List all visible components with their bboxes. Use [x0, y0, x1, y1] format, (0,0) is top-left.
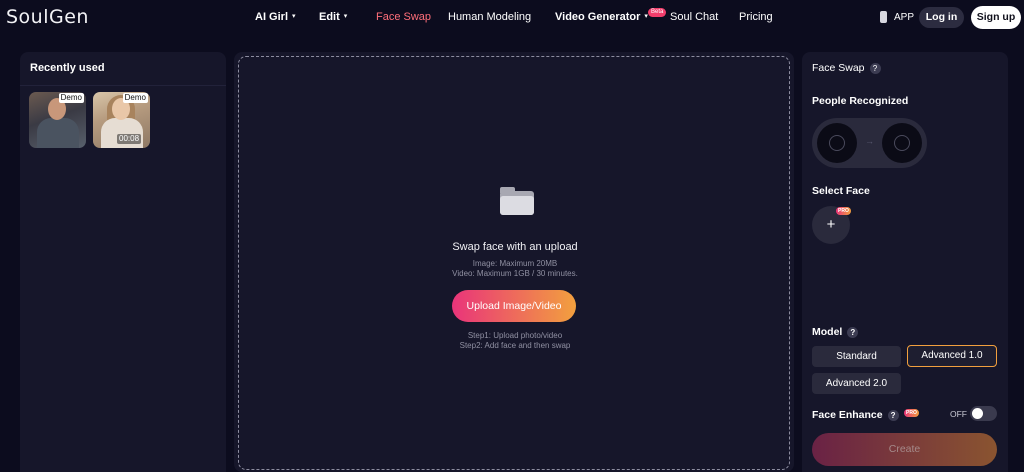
source-face-placeholder[interactable] [817, 123, 857, 163]
pro-badge: PRO [904, 409, 919, 417]
nav-item-human-modeling[interactable]: Human Modeling [448, 11, 531, 23]
help-icon[interactable]: ? [887, 410, 899, 421]
chevron-down-icon: ▾ [343, 13, 348, 20]
model-label: Model? [812, 326, 859, 338]
folder-icon [500, 187, 534, 217]
face-swap-title: Face Swap? [812, 62, 881, 74]
upload-steps: Step1: Upload photo/video Step2: Add fac… [459, 331, 571, 350]
signup-button[interactable]: Sign up [971, 6, 1021, 29]
recently-used-title: Recently used [30, 62, 105, 74]
upload-panel: Swap face with an upload Image: Maximum … [234, 52, 794, 472]
nav-item-edit[interactable]: Edit ▾ [319, 11, 347, 23]
upload-drop-zone[interactable]: Swap face with an upload Image: Maximum … [238, 56, 790, 470]
people-recognized-label: People Recognized [812, 95, 909, 107]
upload-image-video-button[interactable]: Upload Image/Video [452, 290, 576, 322]
top-header: SoulGen AI Girl ▾ Edit ▾ Face Swap Human M… [0, 0, 1024, 36]
select-face-label: Select Face [812, 185, 870, 197]
nav-item-ai-girl[interactable]: AI Girl ▾ [255, 11, 296, 23]
main-nav: AI Girl ▾ Edit ▾ Face Swap Human Modeling … [0, 0, 1024, 36]
recent-item-female-demo-video[interactable]: Demo 00:08 [93, 92, 150, 148]
upload-title: Swap face with an upload [452, 241, 578, 253]
nav-item-soul-chat[interactable]: Soul Chat [670, 11, 718, 23]
phone-icon[interactable] [880, 11, 887, 23]
demo-badge: Demo [58, 93, 84, 103]
nav-item-face-swap[interactable]: Face Swap [376, 11, 431, 23]
help-icon[interactable]: ? [869, 63, 881, 74]
beta-badge: Beta [648, 8, 667, 17]
video-duration: 00:08 [117, 134, 142, 144]
face-outline-icon [829, 135, 845, 151]
model-advanced-2-button[interactable]: Advanced 2.0 [812, 373, 901, 394]
thumbnail-figure [37, 118, 79, 148]
face-outline-icon [894, 135, 910, 151]
pro-badge: PRO [836, 207, 851, 215]
recent-item-male-demo[interactable]: Demo [29, 92, 86, 148]
model-standard-button[interactable]: Standard [812, 346, 901, 367]
help-icon[interactable]: ? [847, 327, 859, 338]
nav-item-video-generator[interactable]: Video Generator ▾ [555, 11, 648, 23]
recently-used-panel: Recently used Demo Demo 00:08 [20, 52, 226, 472]
face-enhance-label: Face Enhance? [812, 409, 899, 421]
create-button[interactable]: Create [812, 433, 997, 466]
face-swap-settings-panel: Face Swap? People Recognized → Select Fa… [802, 52, 1008, 472]
upload-limits: Image: Maximum 20MB Video: Maximum 1GB /… [452, 259, 578, 278]
app-link[interactable]: APP [894, 12, 914, 23]
chevron-down-icon: ▾ [292, 13, 296, 20]
arrow-right-icon: → [865, 136, 874, 146]
toggle-knob [972, 408, 983, 419]
model-advanced-1-button[interactable]: Advanced 1.0 [907, 345, 997, 367]
target-face-placeholder[interactable] [882, 123, 922, 163]
face-enhance-state: OFF [950, 409, 967, 419]
nav-item-pricing[interactable]: Pricing [739, 11, 773, 23]
divider [20, 85, 226, 86]
login-button[interactable]: Log in [919, 7, 964, 28]
demo-badge: Demo [122, 93, 148, 103]
people-recognized-box: → [812, 118, 927, 168]
face-enhance-toggle[interactable] [970, 406, 997, 421]
